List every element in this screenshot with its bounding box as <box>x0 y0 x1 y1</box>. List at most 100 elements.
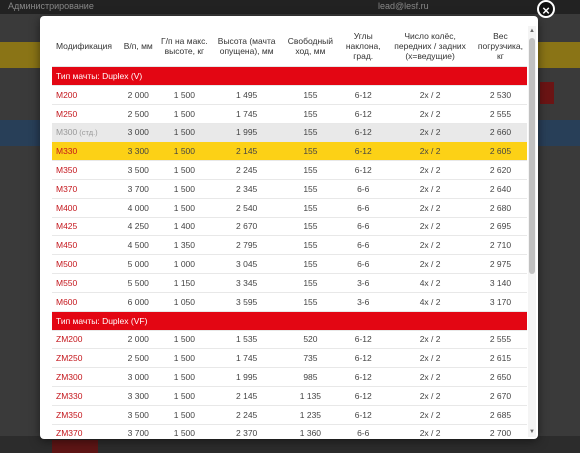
table-row[interactable]: M550 5 500 1 150 3 345 155 3-6 4x / 23 140 <box>52 273 527 293</box>
modification-link[interactable]: M500 <box>56 259 77 269</box>
modification-link[interactable]: M370 <box>56 184 77 194</box>
scroll-up-arrow-icon[interactable]: ▲ <box>528 26 536 36</box>
table-row[interactable]: M300 (стд.) 3 000 1 500 1 995 155 6-12 2x / 22 … <box>52 123 527 143</box>
scroll-thumb[interactable] <box>529 38 535 274</box>
modification-link[interactable]: ZM300 <box>56 372 82 382</box>
cell-modification[interactable]: M370 <box>52 179 121 199</box>
cell-capacity: 1 500 <box>156 198 213 218</box>
cell-lift-height: 3 000 <box>120 123 157 143</box>
cell-wheels: 2x / 2 <box>386 386 474 406</box>
cell-modification[interactable]: M330 <box>52 141 121 162</box>
cell-tilt-angles: 6-6 <box>340 254 387 274</box>
cell-modification[interactable]: ZM330 <box>52 386 121 406</box>
modification-link[interactable]: ZM350 <box>56 410 82 420</box>
cell-weight: 2 620 <box>473 160 527 180</box>
header-wheels: Число колёс, передних / задних (x=ведущи… <box>386 26 474 67</box>
table-row[interactable]: M200 2 000 1 500 1 495 155 6-12 2x / 22 530 <box>52 85 527 105</box>
cell-wheels: 2x / 2 <box>386 123 474 143</box>
cell-lowered-height: 1 995 <box>212 123 281 143</box>
modification-link[interactable]: M425 <box>56 221 77 231</box>
cell-modification[interactable]: M300 (стд.) <box>52 123 121 143</box>
cell-capacity: 1 500 <box>156 104 213 124</box>
cell-free-lift: 155 <box>280 254 341 274</box>
cell-free-lift: 155 <box>280 85 341 105</box>
table-row[interactable]: M250 2 500 1 500 1 745 155 6-12 2x / 22 555 <box>52 104 527 124</box>
table-row[interactable]: M450 4 500 1 350 2 795 155 6-6 2x / 22 710 <box>52 235 527 256</box>
cell-wheels: 2x / 2 <box>386 104 474 124</box>
table-row[interactable]: ZM300 3 000 1 500 1 995 985 6-12 2x / 22 650 <box>52 367 527 387</box>
cell-modification[interactable]: M350 <box>52 160 121 180</box>
table-row[interactable]: ZM200 2 000 1 500 1 535 520 6-12 2x / 22 555 <box>52 330 527 350</box>
cell-wheels: 2x / 2 <box>386 330 474 350</box>
cell-lift-height: 6 000 <box>120 292 157 312</box>
modification-link[interactable]: M550 <box>56 278 77 288</box>
scroll-down-arrow-icon[interactable]: ▼ <box>528 427 536 437</box>
cell-modification[interactable]: ZM250 <box>52 348 121 369</box>
cell-capacity: 1 050 <box>156 292 213 312</box>
cell-wheels: 2x / 2 <box>386 424 474 439</box>
cell-lowered-height: 1 745 <box>212 348 281 369</box>
cell-capacity: 1 500 <box>156 424 213 439</box>
modification-link[interactable]: M250 <box>56 109 77 119</box>
cell-lowered-height: 2 345 <box>212 179 281 199</box>
cell-modification[interactable]: M200 <box>52 85 121 105</box>
modification-link[interactable]: M450 <box>56 240 77 250</box>
modification-link[interactable]: ZM330 <box>56 391 82 401</box>
table-row[interactable]: M350 3 500 1 500 2 245 155 6-12 2x / 22 620 <box>52 160 527 180</box>
modification-link[interactable]: M300 <box>56 127 77 137</box>
cell-capacity: 1 400 <box>156 217 213 237</box>
cell-lift-height: 2 500 <box>120 104 157 124</box>
cell-lift-height: 5 500 <box>120 273 157 293</box>
table-row[interactable]: ZM330 3 300 1 500 2 145 1 135 6-12 2x / 22 670 <box>52 386 527 406</box>
cell-modification[interactable]: M250 <box>52 104 121 124</box>
modification-link[interactable]: ZM250 <box>56 353 82 363</box>
cell-tilt-angles: 6-12 <box>340 85 387 105</box>
cell-lowered-height: 1 995 <box>212 367 281 387</box>
modification-link[interactable]: M600 <box>56 297 77 307</box>
cell-modification[interactable]: M400 <box>52 198 121 218</box>
cell-tilt-angles: 6-12 <box>340 386 387 406</box>
cell-tilt-angles: 6-6 <box>340 424 387 439</box>
table-row[interactable]: M400 4 000 1 500 2 540 155 6-6 2x / 22 680 <box>52 198 527 218</box>
cell-tilt-angles: 6-12 <box>340 367 387 387</box>
specs-table: Модификация В/п, мм Г/п на макс. высоте,… <box>52 26 527 439</box>
table-row[interactable]: M370 3 700 1 500 2 345 155 6-6 2x / 22 640 <box>52 179 527 199</box>
cell-weight: 2 975 <box>473 254 527 274</box>
cell-free-lift: 1 235 <box>280 405 341 425</box>
table-row[interactable]: ZM370 3 700 1 500 2 370 1 360 6-6 2x / 22 700 <box>52 424 527 439</box>
cell-lift-height: 3 500 <box>120 405 157 425</box>
table-row[interactable]: M425 4 250 1 400 2 670 155 6-6 2x / 22 695 <box>52 217 527 237</box>
modification-link[interactable]: M200 <box>56 90 77 100</box>
cell-modification[interactable]: M500 <box>52 254 121 274</box>
cell-modification[interactable]: M550 <box>52 273 121 293</box>
cell-lift-height: 2 000 <box>120 330 157 350</box>
table-row[interactable]: M500 5 000 1 000 3 045 155 6-6 2x / 22 975 <box>52 254 527 274</box>
modification-link[interactable]: ZM370 <box>56 428 82 438</box>
cell-modification[interactable]: ZM200 <box>52 330 121 350</box>
cell-lowered-height: 2 145 <box>212 141 281 162</box>
cell-modification[interactable]: ZM300 <box>52 367 121 387</box>
close-button[interactable]: × <box>537 0 555 18</box>
table-row[interactable]: M600 6 000 1 050 3 595 155 3-6 4x / 23 170 <box>52 292 527 312</box>
cell-free-lift: 155 <box>280 123 341 143</box>
modification-link[interactable]: M400 <box>56 203 77 213</box>
header-free-lift: Свободный ход, мм <box>280 26 341 67</box>
cell-modification[interactable]: M600 <box>52 292 121 312</box>
modification-link[interactable]: ZM200 <box>56 334 82 344</box>
cell-tilt-angles: 6-6 <box>340 217 387 237</box>
cell-wheels: 2x / 2 <box>386 348 474 369</box>
header-capacity: Г/п на макс. высоте, кг <box>156 26 213 67</box>
cell-modification[interactable]: M450 <box>52 235 121 256</box>
cell-weight: 2 695 <box>473 217 527 237</box>
modal-scrollbar[interactable]: ▲ ▼ <box>528 26 536 437</box>
cell-modification[interactable]: ZM370 <box>52 424 121 439</box>
cell-lift-height: 2 500 <box>120 348 157 369</box>
table-row[interactable]: ZM350 3 500 1 500 2 245 1 235 6-12 2x / 22 685 <box>52 405 527 425</box>
modification-link[interactable]: M350 <box>56 165 77 175</box>
cell-modification[interactable]: M425 <box>52 217 121 237</box>
cell-lowered-height: 2 370 <box>212 424 281 439</box>
table-row[interactable]: M330 3 300 1 500 2 145 155 6-12 2x / 22 605 <box>52 141 527 162</box>
cell-modification[interactable]: ZM350 <box>52 405 121 425</box>
table-row[interactable]: ZM250 2 500 1 500 1 745 735 6-12 2x / 22 615 <box>52 348 527 369</box>
modification-link[interactable]: M330 <box>56 146 77 156</box>
